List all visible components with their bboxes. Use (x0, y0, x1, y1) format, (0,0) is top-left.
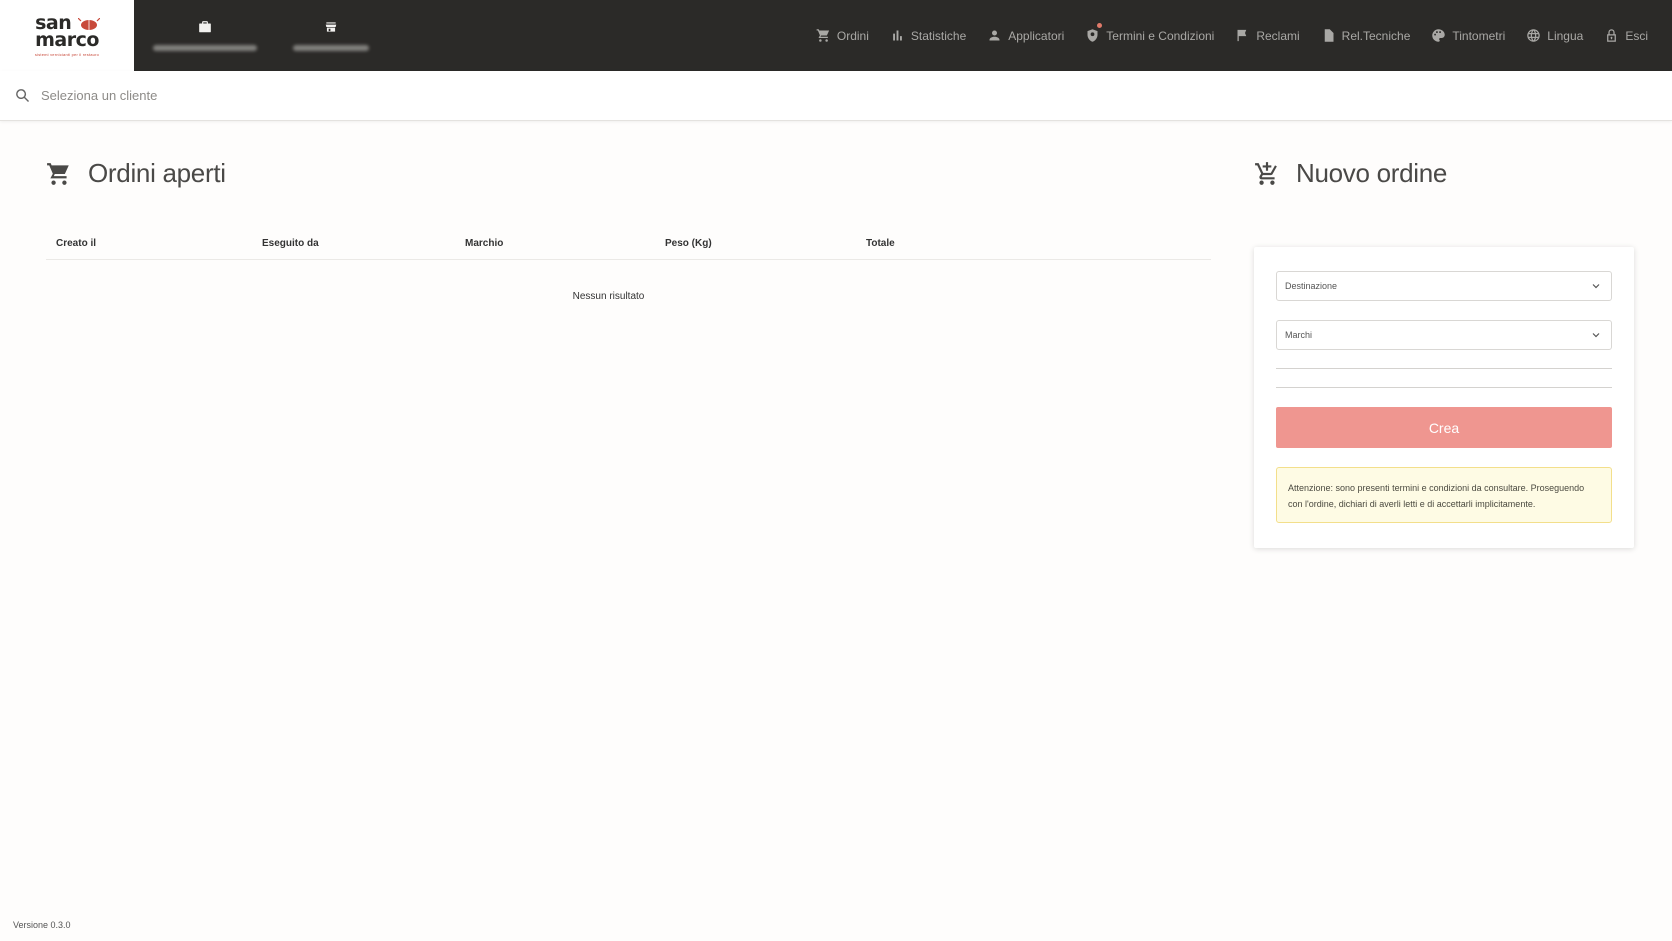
globe-icon (1527, 29, 1541, 42)
palette-icon (1432, 29, 1446, 42)
nav-label: Statistiche (910, 28, 967, 43)
nav-label: Applicatori (1008, 28, 1065, 43)
beetle-logo-icon (78, 18, 100, 30)
main-menu: Ordini Statistiche Applicatori Termini e… (795, 0, 1648, 71)
bar-chart-icon (893, 30, 902, 41)
nav-applicatori[interactable]: Applicatori (987, 28, 1064, 43)
open-orders-table: Creato il Eseguito da Marchio Peso (Kg) … (46, 230, 1211, 302)
new-order-title: Nuovo ordine (1296, 158, 1448, 188)
empty-field-underline[interactable] (1276, 387, 1612, 388)
nav-label: Termini e Condizioni (1106, 28, 1215, 43)
brands-select-label: Marchi (1285, 330, 1313, 340)
person-icon (989, 30, 1000, 41)
nav-label: Lingua (1547, 28, 1584, 43)
terms-badge-icon (1087, 29, 1098, 42)
brands-select[interactable]: Marchi (1276, 320, 1612, 350)
nav-rel-tecniche[interactable]: Rel.Tecniche (1321, 28, 1411, 43)
store-icon (325, 22, 337, 32)
brand-line-2: marco (35, 28, 99, 51)
nav-esci[interactable]: Esci (1604, 28, 1648, 43)
search-icon (16, 89, 30, 103)
empty-state-text: Nessun risultato (572, 291, 645, 302)
app-version: Versione 0.3.0 (13, 920, 71, 930)
add-to-cart-icon (1255, 161, 1277, 185)
nav-tintometri[interactable]: Tintometri (1431, 28, 1505, 43)
open-orders-header: Ordini aperti (46, 158, 226, 189)
open-orders-title: Ordini aperti (88, 158, 226, 188)
notification-dot (1097, 23, 1103, 28)
nav-label: Tintometri (1452, 28, 1506, 43)
document-icon (1324, 29, 1334, 42)
flag-icon (1237, 29, 1247, 42)
top-navigation-bar: san marco sistemi vernicianti per il res… (0, 0, 1672, 71)
empty-field-underline[interactable] (1276, 368, 1612, 369)
nav-lingua[interactable]: Lingua (1526, 28, 1583, 43)
table-header-row: Creato il Eseguito da Marchio Peso (Kg) … (46, 230, 1211, 260)
lock-icon (1607, 29, 1617, 42)
client-search-bar (0, 71, 1672, 121)
nav-statistiche[interactable]: Statistiche (890, 28, 966, 43)
briefcase-icon (199, 21, 211, 33)
new-order-card: Destinazione Marchi Crea Attenzione: son… (1254, 247, 1634, 548)
nav-context-briefcase[interactable] (150, 0, 260, 71)
destination-select[interactable]: Destinazione (1276, 271, 1612, 301)
cart-icon (47, 162, 69, 185)
terms-warning-alert: Attenzione: sono presenti termini e cond… (1276, 467, 1612, 523)
create-order-button[interactable]: Crea (1276, 407, 1612, 448)
nav-reclami[interactable]: Reclami (1235, 28, 1300, 43)
nav-ordini[interactable]: Ordini (816, 28, 869, 43)
column-header-eseguito-da[interactable]: Eseguito da (262, 238, 319, 249)
nav-label: Ordini (836, 28, 869, 43)
column-header-marchio[interactable]: Marchio (465, 238, 503, 249)
nav-termini-condizioni[interactable]: Termini e Condizioni (1085, 23, 1215, 43)
chevron-down-icon (1592, 333, 1600, 338)
brand-tagline: sistemi vernicianti per il restauro (34, 51, 100, 57)
client-search-input[interactable] (41, 88, 641, 103)
destination-select-label: Destinazione (1285, 281, 1338, 291)
brand-logo[interactable]: san marco sistemi vernicianti per il res… (0, 0, 134, 71)
new-order-header: Nuovo ordine (1254, 158, 1447, 189)
cart-icon (816, 29, 829, 42)
nav-label: Reclami (1256, 28, 1300, 43)
column-header-totale[interactable]: Totale (866, 238, 895, 249)
blurred-context-label (153, 45, 257, 51)
chevron-down-icon (1592, 284, 1600, 289)
column-header-peso[interactable]: Peso (Kg) (665, 238, 712, 249)
column-header-creato-il[interactable]: Creato il (56, 238, 96, 249)
nav-label: Rel.Tecniche (1341, 28, 1411, 43)
blurred-context-label (293, 45, 369, 51)
nav-context-store[interactable] (290, 0, 372, 71)
nav-label: Esci (1625, 28, 1648, 43)
